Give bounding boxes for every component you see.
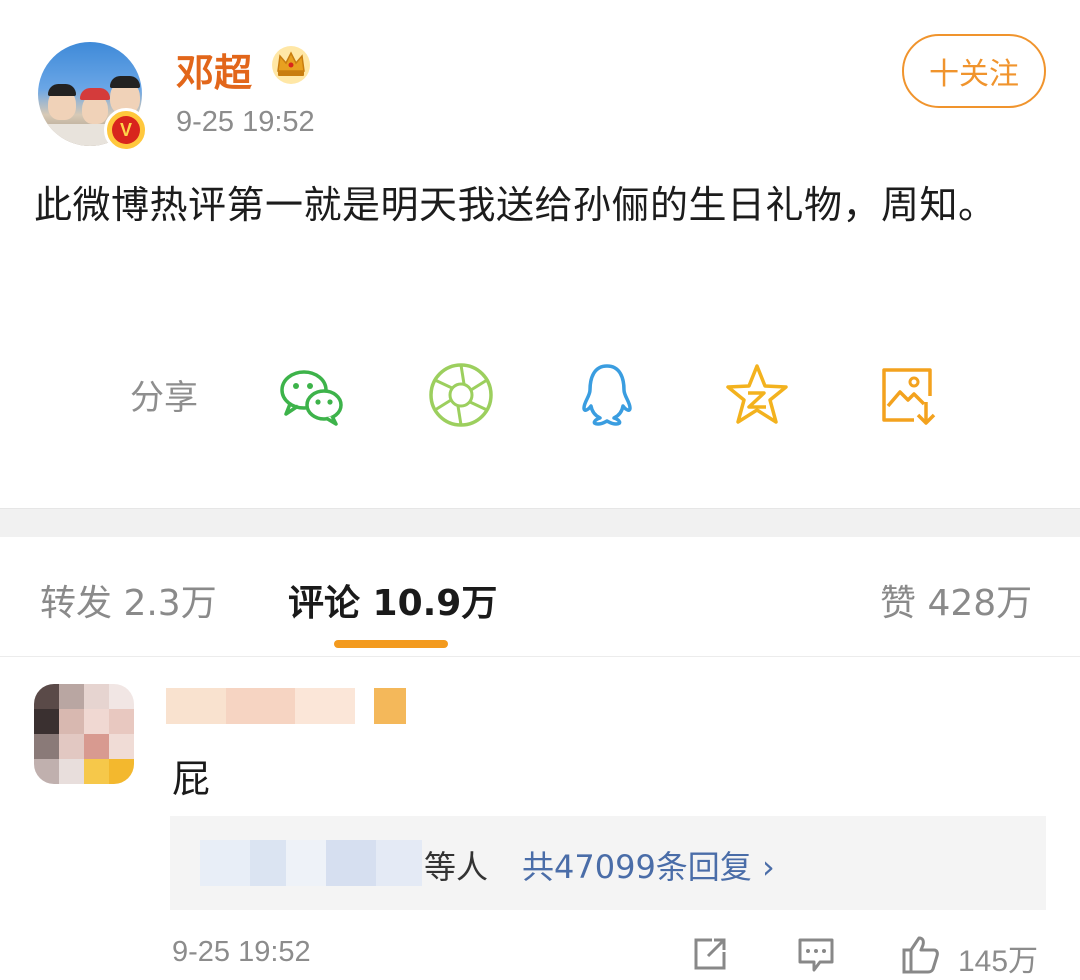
tab-reposts[interactable]: 转发 2.3万 bbox=[40, 574, 217, 626]
like-icon[interactable] bbox=[900, 934, 940, 974]
comment-text: 屁 bbox=[172, 757, 211, 801]
tab-divider bbox=[0, 656, 1080, 657]
active-tab-indicator bbox=[334, 640, 448, 648]
like-count: 145万 bbox=[958, 945, 1039, 978]
qq-icon[interactable] bbox=[572, 360, 642, 430]
share-label: 分享 bbox=[130, 378, 198, 418]
post-body: 此微博热评第一就是明天我送给孙俪的生日礼物，周知。 bbox=[34, 183, 997, 227]
follow-button[interactable]: 十关注 bbox=[902, 34, 1046, 108]
reply-comment-icon[interactable] bbox=[796, 934, 836, 974]
replies-others-label: 等人 bbox=[424, 848, 489, 886]
crown-icon bbox=[272, 46, 310, 84]
verified-badge-icon: V bbox=[104, 108, 148, 152]
section-divider bbox=[0, 508, 1080, 537]
share-comment-icon[interactable] bbox=[690, 934, 730, 974]
commenter-avatar[interactable] bbox=[34, 684, 134, 784]
replier-names-blurred bbox=[200, 840, 422, 886]
save-image-icon[interactable] bbox=[872, 360, 942, 430]
qzone-icon[interactable] bbox=[722, 360, 792, 430]
view-replies-link[interactable]: 共47099条回复 › bbox=[522, 842, 775, 888]
comment-timestamp: 9-25 19:52 bbox=[172, 936, 311, 968]
commenter-name-blurred[interactable] bbox=[166, 688, 417, 724]
tab-comments[interactable]: 评论 10.9万 bbox=[288, 574, 497, 626]
wechat-icon[interactable] bbox=[276, 360, 346, 430]
tab-likes[interactable]: 赞 428万 bbox=[880, 574, 1032, 626]
post-timestamp: 9-25 19:52 bbox=[176, 106, 315, 138]
moments-icon[interactable] bbox=[426, 360, 496, 430]
author-name[interactable]: 邓超 bbox=[176, 42, 252, 97]
